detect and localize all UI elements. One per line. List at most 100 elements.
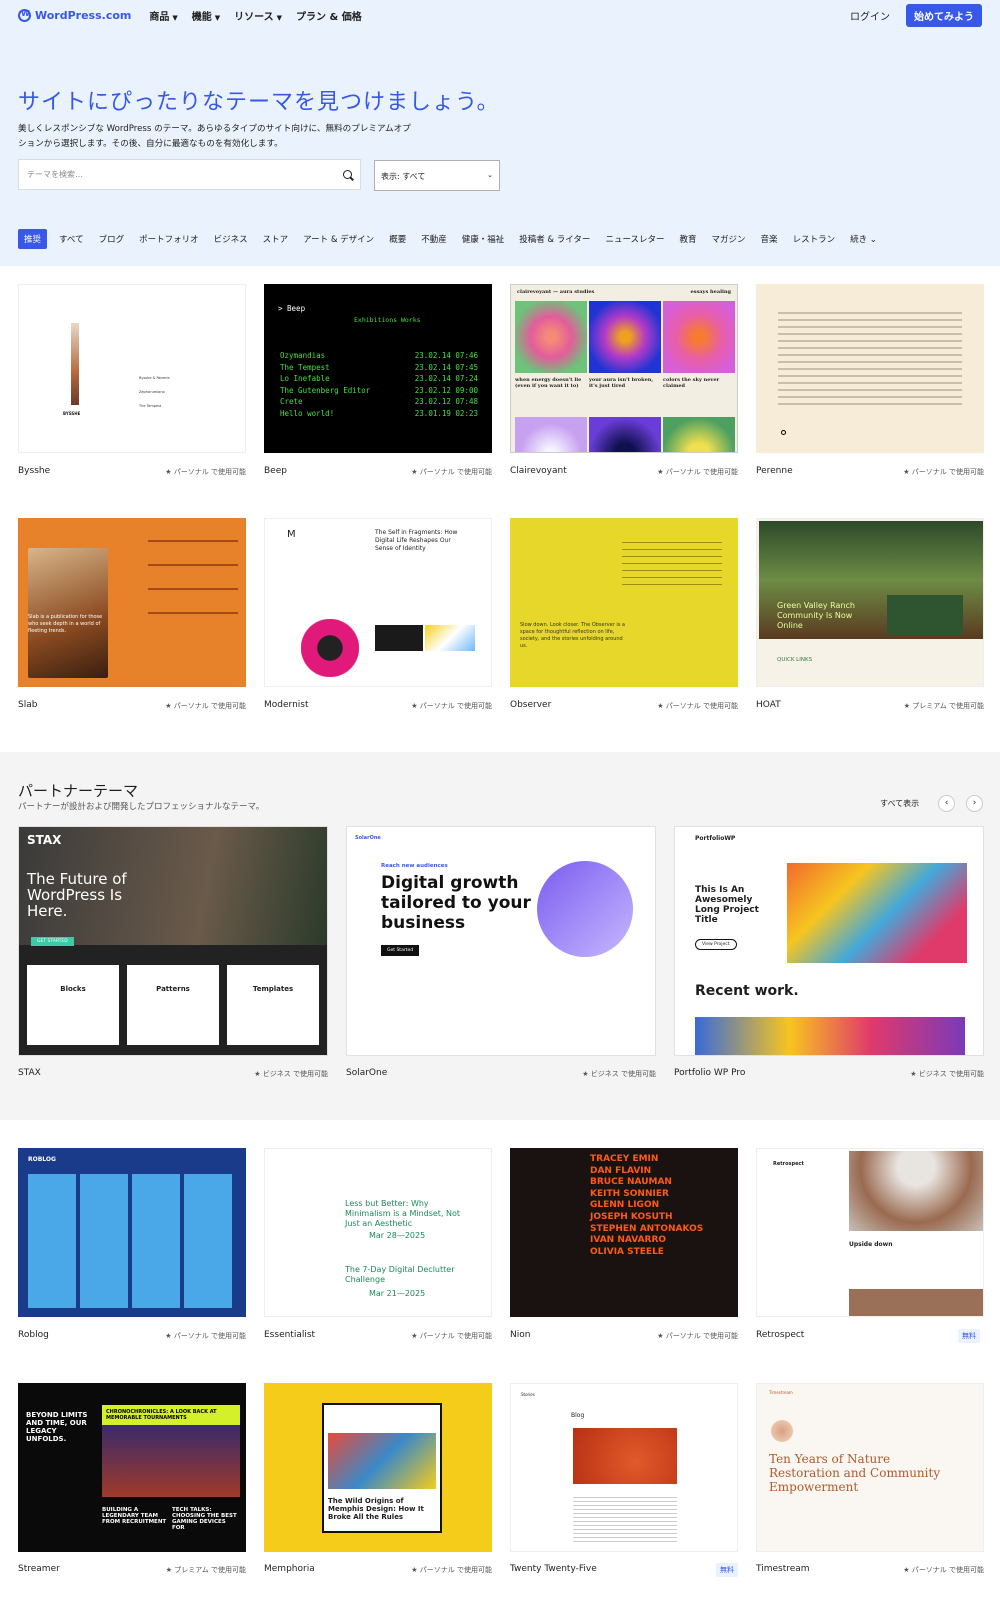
theme-thumbnail-slab[interactable]: Slab is a publication for those who seek… (18, 518, 246, 687)
theme-name[interactable]: Clairevoyant (510, 466, 567, 476)
theme-plan-badge: ★ ビジネス で使用可能 (910, 1070, 984, 1078)
nav-products[interactable]: 商品 ▼ (149, 8, 177, 23)
category-tab-all[interactable]: すべて (59, 233, 84, 245)
carousel-next-button[interactable]: › (966, 795, 983, 812)
theme-thumbnail-twenty-twenty-five[interactable]: Stories Blog (510, 1383, 738, 1552)
aura-image-6 (663, 417, 735, 452)
nion-artist-list: TRACEY EMIN DAN FLAVIN BRUCE NAUMAN KEITH S… (590, 1154, 704, 1257)
theme-thumbnail-nion[interactable]: TRACEY EMIN DAN FLAVIN BRUCE NAUMAN KEITH S… (510, 1148, 738, 1317)
category-tab-newsletter[interactable]: ニュースレター (605, 233, 664, 245)
theme-name[interactable]: Retrospect (756, 1330, 804, 1340)
carousel-prev-button[interactable]: ‹ (938, 795, 955, 812)
chevron-down-icon: ▼ (214, 13, 221, 22)
modernist-image (425, 625, 475, 651)
hoat-info-card (887, 595, 963, 635)
category-tab-portfolio[interactable]: ポートフォリオ (139, 233, 199, 245)
theme-name[interactable]: Streamer (18, 1564, 60, 1574)
theme-name[interactable]: STAX (18, 1068, 41, 1078)
theme-thumbnail-beep[interactable]: > Beep Exhibitions Works Ozymandias 23.02… (264, 284, 492, 453)
search-icon[interactable] (343, 170, 352, 179)
slab-portrait (28, 548, 108, 678)
theme-plan-badge: ★ ビジネス で使用可能 (254, 1070, 328, 1078)
beep-post-list: Ozymandias 23.02.14 07:46 The Tempest 23.0… (280, 351, 478, 418)
theme-thumbnail-retrospect[interactable]: Retrospect Upside down (756, 1148, 984, 1317)
theme-plan-badge: ★ パーソナル で使用可能 (411, 1566, 492, 1574)
theme-thumbnail-solarone[interactable]: SolarOne Reach new audiences Digital gro… (346, 826, 656, 1056)
category-tab-restaurant[interactable]: レストラン (793, 233, 836, 245)
theme-plan-badge: ★ パーソナル で使用可能 (657, 702, 738, 710)
wordpress-logo[interactable]: WordPress.com (18, 8, 131, 22)
category-tab-real-estate[interactable]: 不動産 (421, 233, 447, 245)
login-link[interactable]: ログイン (850, 8, 890, 23)
theme-name[interactable]: Perenne (756, 466, 793, 476)
theme-thumbnail-memphoria[interactable]: The Wild Origins of Memphis Design: How … (264, 1383, 492, 1552)
theme-name[interactable]: Nion (510, 1330, 530, 1340)
theme-name[interactable]: Twenty Twenty-Five (510, 1564, 597, 1574)
theme-plan-badge: ★ ビジネス で使用可能 (582, 1070, 656, 1078)
chevron-down-icon: ▼ (276, 13, 283, 22)
portfoliowp-work-strip (695, 1017, 965, 1055)
theme-plan-badge: ★ パーソナル で使用可能 (903, 468, 984, 476)
category-tab-magazine[interactable]: マガジン (712, 233, 746, 245)
partner-section-subtitle: パートナーが設計および開発したプロフェッショナルなテーマ。 (18, 802, 265, 812)
category-tab-store[interactable]: ストア (263, 233, 289, 245)
theme-thumbnail-stax[interactable]: STAX The Future of WordPress Is Here. GE… (18, 826, 328, 1056)
theme-name[interactable]: Modernist (264, 700, 309, 710)
theme-name[interactable]: HOAT (756, 700, 781, 710)
theme-thumbnail-observer[interactable]: Slow down. Look closer. The Observer is … (510, 518, 738, 687)
theme-name[interactable]: Slab (18, 700, 37, 710)
theme-name[interactable]: SolarOne (346, 1068, 387, 1078)
theme-name[interactable]: Portfolio WP Pro (674, 1068, 745, 1078)
theme-thumbnail-roblog[interactable]: ROBLOG (18, 1148, 246, 1317)
category-tab-blog[interactable]: ブログ (99, 233, 125, 245)
theme-thumbnail-modernist[interactable]: M The Self in Fragments: How Digital Lif… (264, 518, 492, 687)
modernist-card (375, 625, 423, 651)
category-tab-art-design[interactable]: アート & デザイン (303, 233, 374, 245)
portfoliowp-hero-art (787, 863, 967, 963)
retrospect-image (849, 1289, 983, 1316)
category-tab-health[interactable]: 健康・福祉 (462, 233, 505, 245)
theme-thumbnail-clairevoyant[interactable]: clairevoyant — aura studies essays heali… (510, 284, 738, 453)
theme-name[interactable]: Memphoria (264, 1564, 315, 1574)
theme-thumbnail-timestream[interactable]: Timestream Ten Years of Nature Restorati… (756, 1383, 984, 1552)
nav-pricing[interactable]: プラン & 価格 (296, 8, 362, 23)
timestream-tree-icon (771, 1420, 793, 1442)
nav-features[interactable]: 機能 ▼ (192, 8, 220, 23)
theme-plan-badge: ★ パーソナル で使用可能 (411, 1332, 492, 1340)
get-started-button[interactable]: 始めてみよう (906, 3, 982, 27)
theme-plan-badge: ★ パーソナル で使用可能 (903, 1566, 984, 1574)
category-tab-more[interactable]: 続き ⌄ (850, 233, 877, 245)
theme-thumbnail-bysshe[interactable]: BYSSHE Bysshe & Reverie Zephorumiano The T… (18, 284, 246, 453)
category-tab-recommended[interactable]: 推奨 (18, 229, 48, 249)
wordpress-logo-icon (18, 8, 31, 22)
category-tab-authors[interactable]: 投稿者 & ライター (519, 233, 590, 245)
theme-name[interactable]: Observer (510, 700, 551, 710)
theme-name[interactable]: Essentialist (264, 1330, 315, 1340)
chevron-down-icon: ⌄ (487, 171, 493, 179)
category-tab-about[interactable]: 概要 (389, 233, 406, 245)
theme-name[interactable]: Timestream (756, 1564, 810, 1574)
category-tab-business[interactable]: ビジネス (214, 233, 248, 245)
solarone-illustration (537, 861, 633, 957)
theme-name[interactable]: Beep (264, 466, 287, 476)
theme-thumbnail-streamer[interactable]: BEYOND LIMITS AND TIME, OUR LEGACY UNFOL… (18, 1383, 246, 1552)
perenne-dot-icon (781, 430, 786, 435)
theme-free-badge: 無料 (716, 1563, 738, 1577)
category-tab-education[interactable]: 教育 (680, 233, 697, 245)
view-filter-select[interactable]: 表示: すべて ⌄ (374, 160, 500, 191)
aura-image-1 (515, 301, 587, 373)
see-all-link[interactable]: すべて表示 (880, 798, 919, 809)
theme-thumbnail-hoat[interactable]: Green Valley Ranch Community Is Now Onli… (756, 518, 984, 687)
theme-search-input[interactable]: テーマを検索… (18, 159, 361, 190)
aura-image-4 (515, 417, 587, 452)
theme-thumbnail-essentialist[interactable]: Less but Better: Why Minimalism is a Min… (264, 1148, 492, 1317)
theme-thumbnail-perenne[interactable] (756, 284, 984, 453)
category-tab-music[interactable]: 音楽 (761, 233, 778, 245)
theme-plan-badge: ★ パーソナル で使用可能 (165, 1332, 246, 1340)
theme-name[interactable]: Bysshe (18, 466, 50, 476)
theme-name[interactable]: Roblog (18, 1330, 49, 1340)
page-description: 美しくレスポンシブな WordPress のテーマ。あらゆるタイプのサイト向けに… (18, 124, 411, 149)
theme-thumbnail-portfoliowp[interactable]: PortfolioWP This Is An Awesomely Long Pr… (674, 826, 984, 1056)
roblog-game-grid (28, 1174, 236, 1308)
nav-resources[interactable]: リソース ▼ (234, 8, 282, 23)
